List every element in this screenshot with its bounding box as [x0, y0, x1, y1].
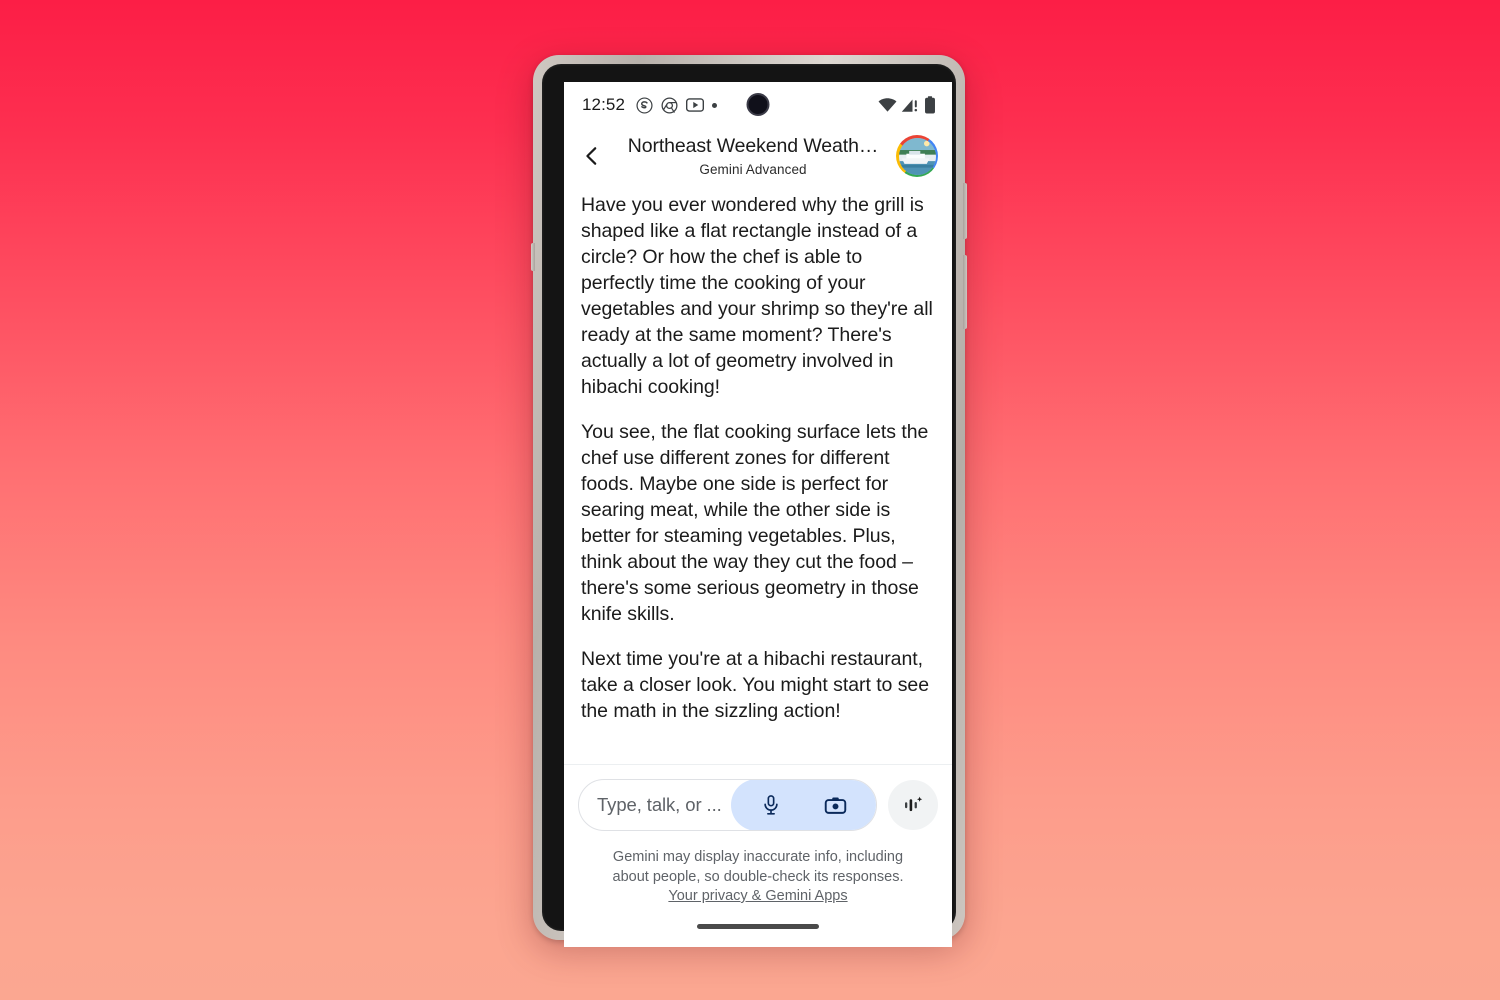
cellular-no-service-icon: [901, 99, 918, 112]
gemini-live-waveform-sparkle-icon: [905, 796, 923, 812]
header-title-block[interactable]: Northeast Weekend Weath… Gemini Advanced: [610, 135, 896, 177]
status-bar: 12:52: [564, 82, 952, 128]
app-header: Northeast Weekend Weath… Gemini Advanced: [564, 128, 952, 184]
composer-region: Type, talk, or ...: [564, 764, 952, 831]
phone-device-frame: 12:52 Northeast Weekend Weath… Gemini Ad…: [531, 55, 967, 947]
mic-camera-capsule: [731, 780, 876, 830]
avatar[interactable]: [896, 135, 938, 177]
camera-icon: [825, 796, 847, 814]
privacy-and-gemini-apps-link[interactable]: Your privacy & Gemini Apps: [668, 888, 847, 904]
cruise-ship-photo-icon: [898, 137, 936, 175]
front-camera-punch-hole-icon: [746, 93, 770, 116]
footer-disclaimer: Gemini may display inaccurate info, incl…: [564, 831, 952, 905]
battery-full-icon: [925, 96, 935, 114]
gesture-navigation-bar: [564, 905, 952, 947]
disclaimer-line-1: Gemini may display inaccurate info, incl…: [612, 849, 904, 865]
microphone-button[interactable]: [749, 783, 793, 827]
model-subtitle: Gemini Advanced: [699, 162, 807, 177]
chrome-icon: [661, 96, 678, 114]
youtube-icon: [686, 98, 705, 112]
composer-placeholder: Type, talk, or ...: [597, 794, 722, 815]
assistant-message-paragraph: You see, the flat cooking surface lets t…: [581, 421, 929, 625]
home-gesture-pill[interactable]: [697, 923, 819, 929]
composer-row: Type, talk, or ...: [578, 779, 938, 831]
status-system-icons: [878, 96, 936, 114]
power-button[interactable]: [963, 255, 967, 329]
assistant-message-paragraph: Next time you're at a hibachi restaurant…: [581, 648, 930, 722]
status-notification-icons: [636, 96, 718, 114]
avatar-photo: [898, 137, 936, 175]
conversation-scroll-area[interactable]: Have you ever wondered why the grill is …: [564, 184, 952, 764]
search-input[interactable]: Type, talk, or ...: [578, 779, 877, 831]
chevron-left-icon: [586, 147, 597, 165]
sim-tray: [531, 243, 535, 271]
assistant-message-paragraph: Have you ever wondered why the grill is …: [581, 194, 933, 398]
gemini-live-button[interactable]: [888, 780, 938, 830]
skype-icon: [636, 96, 653, 114]
phone-screen: 12:52 Northeast Weekend Weath… Gemini Ad…: [564, 82, 952, 947]
phone-bezel: 12:52 Northeast Weekend Weath… Gemini Ad…: [542, 64, 956, 947]
page-title: Northeast Weekend Weath…: [627, 135, 879, 157]
camera-button[interactable]: [814, 783, 858, 827]
volume-button[interactable]: [963, 183, 967, 239]
notification-dot-icon: [712, 102, 718, 108]
disclaimer-line-2: about people, so double-check its respon…: [612, 869, 904, 885]
wifi-icon: [878, 98, 897, 112]
microphone-icon: [764, 795, 778, 815]
status-clock: 12:52: [582, 95, 626, 114]
back-button[interactable]: [574, 138, 610, 174]
